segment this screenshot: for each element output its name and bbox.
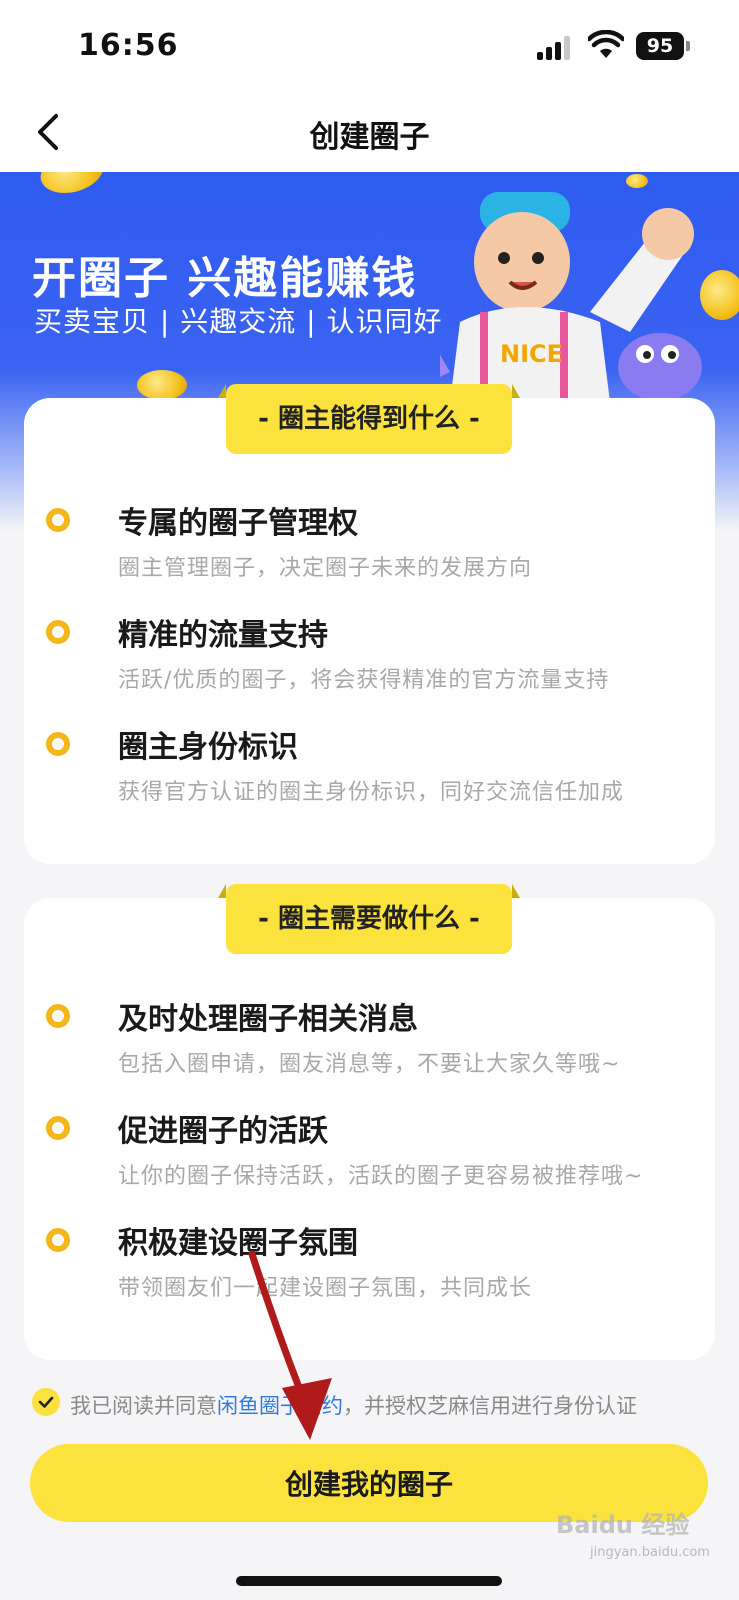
agreement-checkbox-icon[interactable] <box>32 1388 60 1416</box>
item-description: 活跃/优质的圈子，将会获得精准的官方流量支持 <box>118 668 610 693</box>
item-description: 包括入圈申请，圈友消息等，不要让大家久等哦~ <box>118 1052 621 1077</box>
coin-icon <box>137 370 187 400</box>
agreement-prefix: 我已阅读并同意 <box>70 1394 217 1418</box>
mascot-illustration: NICE <box>440 192 702 402</box>
wifi-icon <box>588 30 624 58</box>
duties-card: - 圈主需要做什么 - 及时处理圈子相关消息 包括入圈申请，圈友消息等，不要让大… <box>24 884 715 1360</box>
item-description: 获得官方认证的圈主身份标识，同好交流信任加成 <box>118 780 625 805</box>
item-title: 专属的圈子管理权 <box>118 506 358 541</box>
item-title: 积极建设圈子氛围 <box>118 1226 358 1261</box>
item-title: 及时处理圈子相关消息 <box>118 1002 418 1037</box>
home-indicator[interactable] <box>236 1576 502 1586</box>
agreement-row: 我已阅读并同意闲鱼圈子公约，并授权芝麻信用进行身份认证 <box>30 1386 720 1422</box>
status-time: 16:56 <box>78 28 179 63</box>
bullet-ring-icon <box>46 1004 70 1028</box>
battery-icon: 95 <box>636 32 684 60</box>
cellular-signal-icon <box>537 36 571 60</box>
baidu-watermark: Baidu 经验 <box>556 1511 690 1539</box>
item-description: 圈主管理圈子，决定圈子未来的发展方向 <box>118 556 533 581</box>
banner-title: 开圈子 兴趣能赚钱 <box>32 253 418 304</box>
benefits-heading: - 圈主能得到什么 - <box>218 384 520 454</box>
item-title: 精准的流量支持 <box>118 618 328 653</box>
banner-subtitle: 买卖宝贝 | 兴趣交流 | 认识同好 <box>34 305 443 338</box>
bullet-ring-icon <box>46 508 70 532</box>
item-title: 圈主身份标识 <box>118 730 298 765</box>
item-description: 让你的圈子保持活跃，活跃的圈子更容易被推荐哦~ <box>118 1164 644 1189</box>
benefits-card: - 圈主能得到什么 - 专属的圈子管理权 圈主管理圈子，决定圈子未来的发展方向 … <box>24 384 715 864</box>
agreement-text: 我已阅读并同意闲鱼圈子公约，并授权芝麻信用进行身份认证 <box>70 1390 637 1420</box>
item-title: 促进圈子的活跃 <box>118 1114 328 1149</box>
coin-icon <box>35 172 109 200</box>
circle-rules-link[interactable]: 闲鱼圈子公约 <box>217 1394 343 1418</box>
bullet-ring-icon <box>46 732 70 756</box>
svg-text:NICE: NICE <box>500 340 563 368</box>
item-description: 带领圈友们一起建设圈子氛围，共同成长 <box>118 1276 533 1301</box>
status-bar: 16:56 95 <box>0 0 739 96</box>
agreement-suffix: ，并授权芝麻信用进行身份认证 <box>343 1394 637 1418</box>
baidu-watermark-url: jingyan.baidu.com <box>590 1545 710 1560</box>
bullet-ring-icon <box>46 620 70 644</box>
page-title: 创建圈子 <box>309 120 430 155</box>
duties-heading: - 圈主需要做什么 - <box>218 884 520 954</box>
battery-tip <box>686 41 690 51</box>
nav-bar: 创建圈子 <box>0 96 739 172</box>
bullet-ring-icon <box>46 1228 70 1252</box>
bullet-ring-icon <box>46 1116 70 1140</box>
